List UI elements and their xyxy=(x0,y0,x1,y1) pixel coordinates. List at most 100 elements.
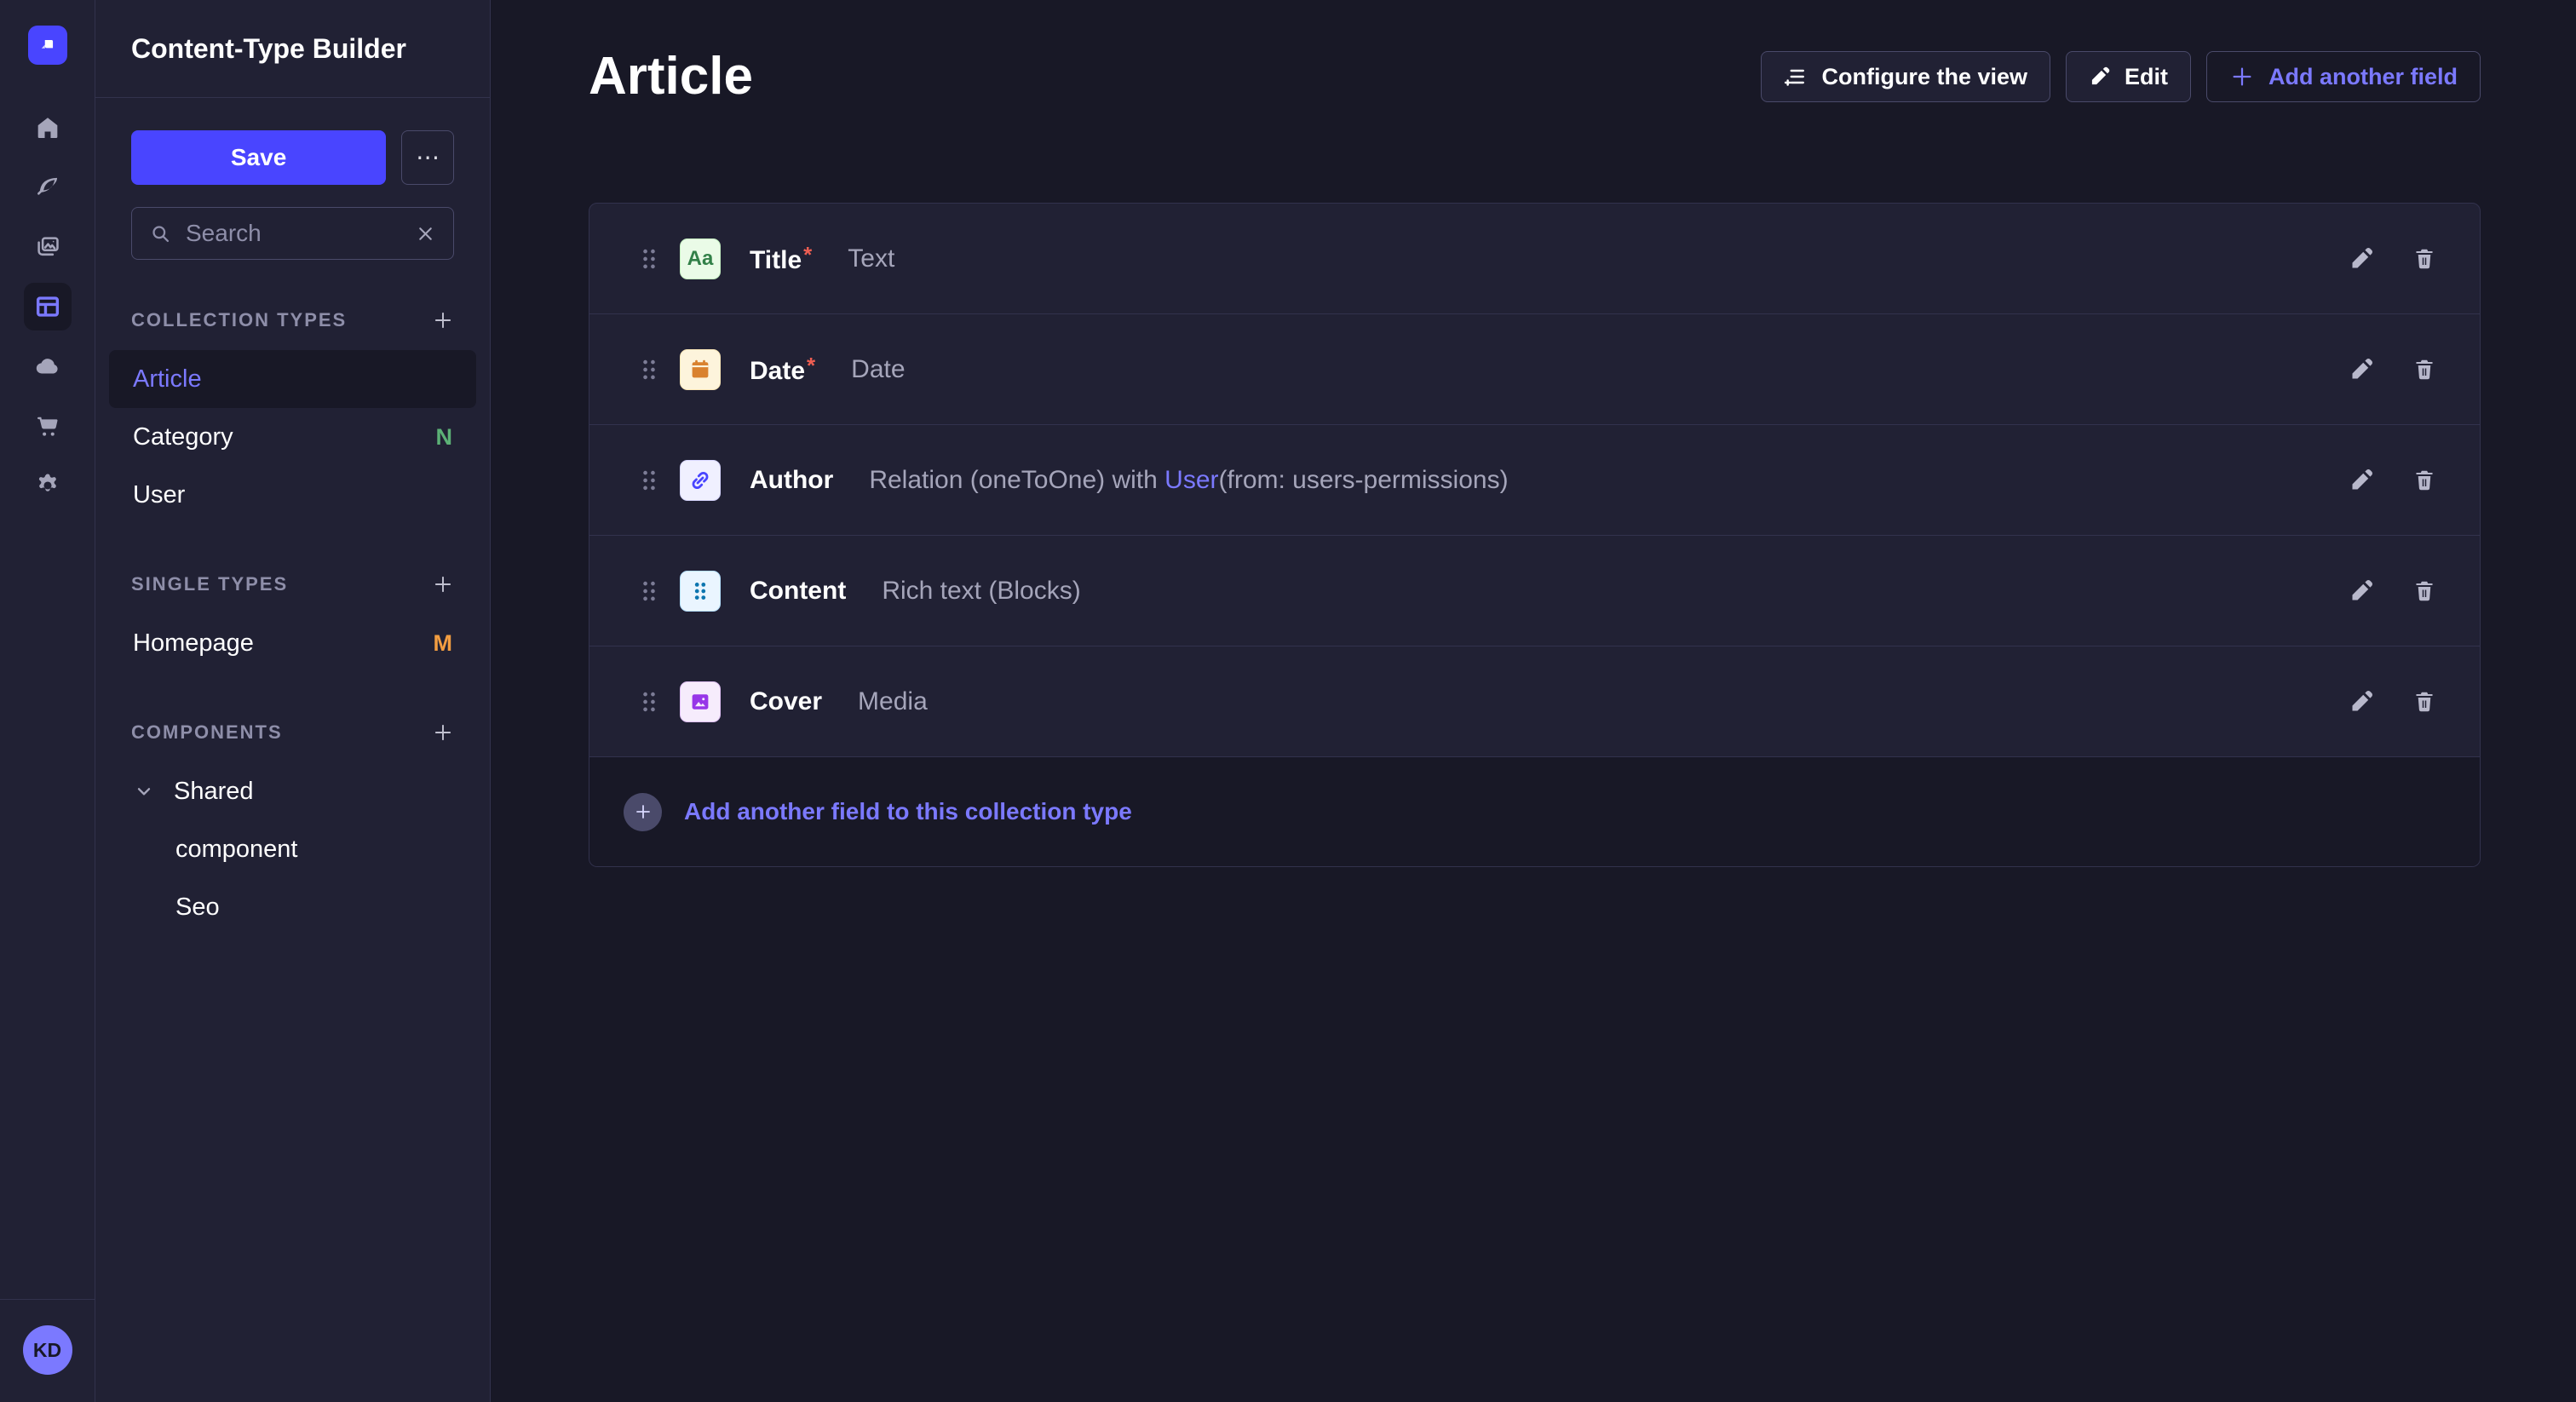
search-icon xyxy=(149,222,172,245)
sidebar-item-component[interactable]: component xyxy=(109,820,476,878)
save-row: Save ⋯ xyxy=(131,130,454,185)
status-badge: M xyxy=(434,630,453,657)
sidebar-body: Save ⋯ COLLECTION TYPES Article xyxy=(95,98,490,968)
sidebar-item-label: Article xyxy=(133,365,202,394)
home-icon[interactable] xyxy=(24,104,72,152)
sidebar-item-category[interactable]: Category N xyxy=(109,408,476,466)
user-avatar[interactable]: KD xyxy=(23,1325,72,1375)
strapi-logo[interactable] xyxy=(28,26,67,65)
section-label: COLLECTION TYPES xyxy=(131,309,347,331)
field-type: Relation (oneToOne) with User(from: user… xyxy=(869,466,1508,495)
row-actions xyxy=(2349,357,2437,382)
required-mark: * xyxy=(807,353,815,378)
field-name: Date* xyxy=(750,353,815,386)
section-header: SINGLE TYPES xyxy=(131,572,454,597)
configure-view-button[interactable]: Configure the view xyxy=(1761,51,2050,102)
page-title: Article xyxy=(589,49,753,104)
relation-target-link[interactable]: User xyxy=(1164,466,1218,494)
required-mark: * xyxy=(803,242,812,267)
status-badge: N xyxy=(436,424,453,451)
edit-field-button[interactable] xyxy=(2349,246,2374,272)
field-type: Media xyxy=(858,687,928,716)
edit-label: Edit xyxy=(2125,64,2168,90)
content-type-builder-icon[interactable] xyxy=(24,283,72,330)
trash-icon xyxy=(2412,689,2437,715)
main-nav-rail: KD xyxy=(0,0,95,1402)
add-component-plus-icon[interactable] xyxy=(432,721,454,744)
text-field-icon: Aa xyxy=(680,238,721,279)
section-label: COMPONENTS xyxy=(131,721,283,744)
section-label: SINGLE TYPES xyxy=(131,573,288,595)
header-actions: Configure the view Edit Add another fiel… xyxy=(1761,51,2481,102)
edit-field-button[interactable] xyxy=(2349,468,2374,493)
edit-field-button[interactable] xyxy=(2349,578,2374,604)
delete-field-button[interactable] xyxy=(2412,246,2437,272)
sidebar-item-label: Homepage xyxy=(133,629,254,658)
sidebar-item-user[interactable]: User xyxy=(109,466,476,524)
search-box[interactable] xyxy=(131,207,454,260)
more-options-button[interactable]: ⋯ xyxy=(401,130,454,185)
field-name: Content xyxy=(750,577,846,606)
sidebar-title: Content-Type Builder xyxy=(131,33,406,65)
drag-handle-icon[interactable] xyxy=(641,689,658,715)
trash-icon xyxy=(2412,578,2437,604)
chevron-down-icon xyxy=(133,780,155,802)
component-group-shared[interactable]: Shared xyxy=(109,762,476,820)
pencil-icon xyxy=(2089,66,2111,88)
add-single-type-plus-icon[interactable] xyxy=(432,573,454,595)
marketplace-cart-icon[interactable] xyxy=(24,402,72,450)
trash-icon xyxy=(2412,468,2437,493)
component-group-label: Shared xyxy=(174,778,254,806)
search-input[interactable] xyxy=(186,220,401,247)
row-actions xyxy=(2349,689,2437,715)
field-row-cover: Cover Media xyxy=(589,646,2480,757)
pencil-icon xyxy=(2349,578,2374,604)
add-another-field-button[interactable]: Add another field xyxy=(2206,51,2481,102)
media-library-icon[interactable] xyxy=(24,223,72,271)
add-collection-type-plus-icon[interactable] xyxy=(432,309,454,331)
rail-bottom: KD xyxy=(0,1299,95,1402)
field-row-content: Content Rich text (Blocks) xyxy=(589,536,2480,646)
delete-field-button[interactable] xyxy=(2412,468,2437,493)
drag-handle-icon[interactable] xyxy=(641,468,658,493)
drag-handle-icon[interactable] xyxy=(641,357,658,382)
field-type: Date xyxy=(851,355,905,384)
section-components: COMPONENTS Shared component Seo xyxy=(131,720,454,936)
main-content: Article Configure the view Edit Add anot… xyxy=(491,0,2576,1402)
section-header: COLLECTION TYPES xyxy=(131,307,454,333)
field-name: Author xyxy=(750,466,833,495)
clear-search-icon[interactable] xyxy=(415,223,436,244)
content-manager-feather-icon[interactable] xyxy=(24,164,72,211)
sidebar-item-label: component xyxy=(175,836,298,864)
drag-handle-icon[interactable] xyxy=(641,246,658,272)
sidebar-item-homepage[interactable]: Homepage M xyxy=(109,614,476,672)
field-name: Title* xyxy=(750,242,812,275)
edit-field-button[interactable] xyxy=(2349,357,2374,382)
avatar-initials: KD xyxy=(33,1339,61,1362)
delete-field-button[interactable] xyxy=(2412,578,2437,604)
media-field-icon xyxy=(680,681,721,722)
deploy-cloud-icon[interactable] xyxy=(24,342,72,390)
delete-field-button[interactable] xyxy=(2412,357,2437,382)
section-header: COMPONENTS xyxy=(131,720,454,745)
sidebar-item-article[interactable]: Article xyxy=(109,350,476,408)
sidebar-item-seo[interactable]: Seo xyxy=(109,878,476,936)
add-field-footer-button[interactable]: Add another field to this collection typ… xyxy=(589,757,2480,866)
delete-field-button[interactable] xyxy=(2412,689,2437,715)
field-row-title: Aa Title* Text xyxy=(589,204,2480,314)
pencil-icon xyxy=(2349,689,2374,715)
edit-field-button[interactable] xyxy=(2349,689,2374,715)
components-items: Shared component Seo xyxy=(131,762,454,936)
save-button[interactable]: Save xyxy=(131,130,386,185)
edit-button[interactable]: Edit xyxy=(2066,51,2191,102)
configure-view-label: Configure the view xyxy=(1821,64,2027,90)
sidebar-item-label: User xyxy=(133,481,185,509)
text-field-glyph: Aa xyxy=(687,247,714,271)
fields-list-card: Aa Title* Text Date* Date xyxy=(589,203,2481,867)
main-header: Article Configure the view Edit Add anot… xyxy=(589,49,2481,104)
field-row-date: Date* Date xyxy=(589,314,2480,425)
drag-handle-icon[interactable] xyxy=(641,578,658,604)
settings-gear-icon[interactable] xyxy=(24,462,72,509)
plus-circle-icon xyxy=(624,793,662,831)
row-actions xyxy=(2349,468,2437,493)
